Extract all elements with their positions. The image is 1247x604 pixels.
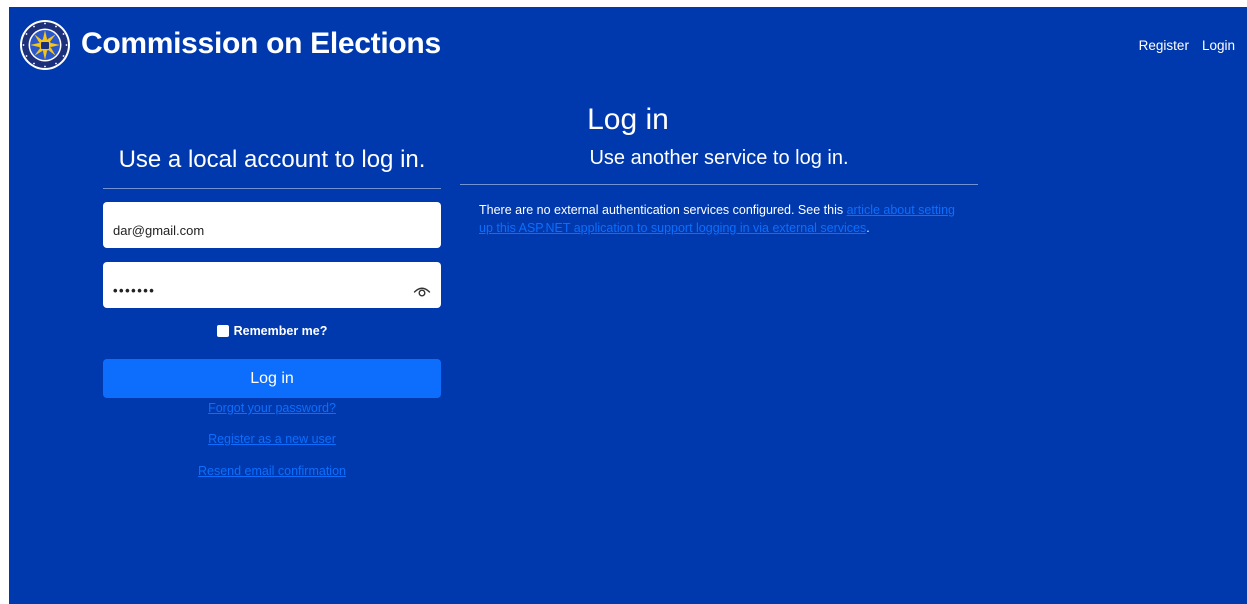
local-login-divider: [103, 188, 441, 189]
nav-links: Register Login: [1139, 38, 1235, 53]
comelec-seal-logo: [20, 20, 70, 70]
remember-me-row: Remember me?: [103, 324, 441, 338]
brand-title: Commission on Elections: [81, 27, 441, 60]
register-new-user-link[interactable]: Register as a new user: [103, 432, 441, 446]
remember-me-checkbox[interactable]: [216, 325, 229, 337]
external-login-heading: Use another service to log in.: [589, 147, 849, 169]
email-input[interactable]: [113, 223, 393, 238]
page-title: Log in: [587, 103, 669, 136]
page-frame: Commission on Elections Register Login L…: [9, 7, 1247, 604]
external-login-message: There are no external authentication ser…: [460, 201, 969, 237]
external-login-divider: [460, 184, 978, 185]
password-field-container: [103, 262, 441, 308]
local-login-section: Use a local account to log in. Remember …: [103, 146, 441, 478]
password-input[interactable]: [113, 283, 393, 298]
login-button[interactable]: Log in: [103, 359, 441, 398]
forgot-password-link[interactable]: Forgot your password?: [103, 401, 441, 415]
external-message-text: There are no external authentication ser…: [479, 203, 847, 217]
nav-register-link[interactable]: Register: [1139, 38, 1189, 53]
navbar: Commission on Elections Register Login: [9, 7, 1247, 82]
nav-login-link[interactable]: Login: [1202, 38, 1235, 53]
eye-icon[interactable]: [413, 284, 431, 298]
local-login-heading: Use a local account to log in.: [118, 146, 426, 173]
brand-link[interactable]: Commission on Elections: [19, 19, 441, 71]
remember-me-label[interactable]: Remember me?: [234, 324, 328, 338]
external-login-section: Use another service to log in. There are…: [460, 146, 978, 250]
resend-confirmation-link[interactable]: Resend email confirmation: [103, 464, 441, 478]
external-message-period: .: [866, 221, 870, 235]
email-field-container: [103, 202, 441, 248]
